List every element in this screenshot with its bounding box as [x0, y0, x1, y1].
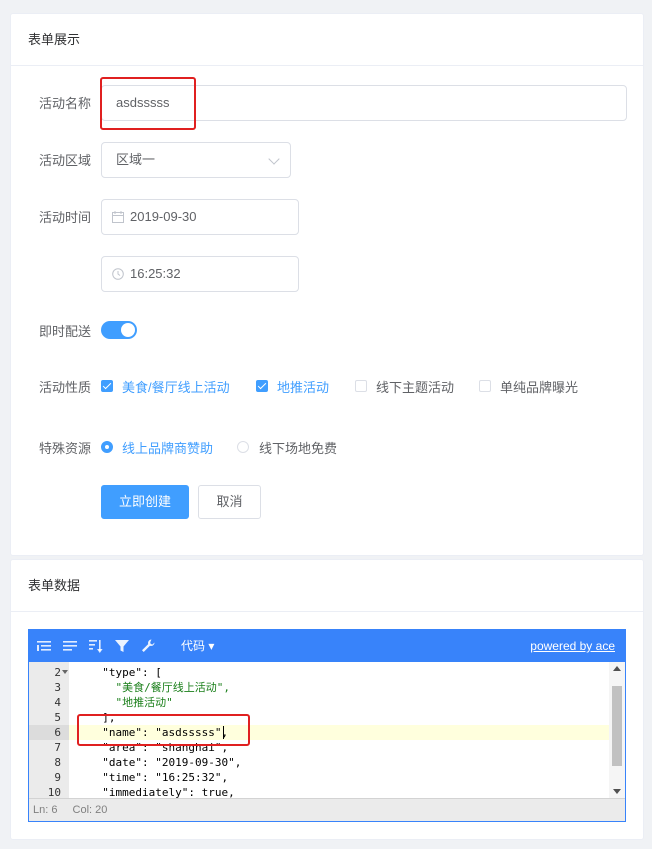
date-value: 2019-09-30 — [130, 209, 197, 224]
wrench-icon[interactable] — [139, 637, 157, 655]
editor-toolbar: 代码 ▾ powered by ace — [29, 630, 625, 662]
fold-arrow-icon[interactable] — [62, 670, 68, 674]
line-number: 3 — [54, 681, 61, 694]
code-line: "date": "2019-09-30", — [89, 756, 242, 769]
editor-code-area[interactable]: "type": [ "美食/餐厅线上活动", "地推活动" ], "name":… — [69, 662, 609, 798]
checkbox-type-2[interactable] — [355, 380, 367, 392]
line-number: 2 — [54, 666, 61, 679]
name-input-value: asdsssss — [116, 95, 170, 110]
mode-menu[interactable]: 代码 ▾ — [181, 630, 214, 662]
text-cursor — [223, 726, 224, 739]
status-column: Col: 20 — [72, 804, 108, 816]
name-input[interactable]: asdsssss — [101, 85, 627, 121]
editor-body[interactable]: 2 3 4 5 6 7 8 9 10 "type": [ "美食/餐厅线上活动"… — [29, 662, 625, 798]
code-line: "地推活动" — [89, 696, 173, 709]
powered-by-ace-link[interactable]: powered by ace — [530, 630, 615, 662]
region-label: 活动区域 — [39, 153, 92, 168]
type-label: 活动性质 — [39, 380, 92, 395]
date-picker[interactable]: 2019-09-30 — [101, 199, 299, 235]
checkbox-type-3[interactable] — [479, 380, 491, 392]
checkbox-type-1-label[interactable]: 地推活动 — [277, 377, 329, 396]
filter-icon[interactable] — [113, 637, 131, 655]
format-icon[interactable] — [35, 637, 53, 655]
line-number: 6 — [54, 726, 61, 739]
cancel-button[interactable]: 取消 — [198, 485, 261, 519]
resource-label: 特殊资源 — [39, 441, 92, 456]
scroll-thumb[interactable] — [612, 686, 622, 766]
name-label: 活动名称 — [39, 96, 92, 111]
code-line: "area": "shanghai", — [89, 741, 229, 754]
data-card: 表单数据 代码 ▾ powered by ace 2 3 4 5 6 7 8 9… — [10, 559, 644, 840]
calendar-icon — [112, 211, 124, 223]
scroll-up-icon[interactable] — [613, 666, 621, 671]
line-number: 8 — [54, 756, 61, 769]
time-label: 活动时间 — [39, 210, 92, 225]
region-select-value: 区域一 — [116, 152, 156, 167]
time-value: 16:25:32 — [130, 266, 181, 281]
code-line: "time": "16:25:32", — [89, 771, 229, 784]
time-picker[interactable]: 16:25:32 — [101, 256, 299, 292]
chevron-down-icon — [268, 153, 280, 165]
code-line: "immediately": true, — [89, 786, 235, 798]
form-card-title: 表单展示 — [11, 14, 643, 66]
editor-gutter: 2 3 4 5 6 7 8 9 10 — [29, 662, 69, 798]
checkbox-type-2-label[interactable]: 线下主题活动 — [376, 377, 454, 396]
data-card-title: 表单数据 — [11, 560, 643, 612]
line-number: 9 — [54, 771, 61, 784]
checkbox-type-0[interactable] — [101, 380, 113, 392]
radio-resource-1-label[interactable]: 线下场地免费 — [259, 438, 337, 457]
scroll-down-icon[interactable] — [613, 789, 621, 794]
checkbox-type-0-label[interactable]: 美食/餐厅线上活动 — [122, 377, 230, 396]
line-number: 4 — [54, 696, 61, 709]
editor-status-bar: Ln: 6 Col: 20 — [29, 798, 625, 821]
form-card: 表单展示 活动名称 asdsssss 活动区域 区域一 活动时间 2019-09… — [10, 13, 644, 556]
compact-icon[interactable] — [61, 637, 79, 655]
clock-icon — [112, 268, 124, 280]
editor-scrollbar[interactable] — [609, 662, 625, 798]
region-select[interactable]: 区域一 — [101, 142, 291, 178]
delivery-toggle[interactable] — [101, 321, 137, 339]
radio-resource-0[interactable] — [101, 441, 113, 453]
toggle-knob — [121, 323, 135, 337]
line-number: 5 — [54, 711, 61, 724]
line-number: 7 — [54, 741, 61, 754]
delivery-label: 即时配送 — [39, 324, 92, 339]
code-line: ], — [89, 711, 116, 724]
radio-resource-0-label[interactable]: 线上品牌商赞助 — [122, 438, 213, 457]
line-number: 10 — [47, 786, 61, 798]
checkbox-type-3-label[interactable]: 单纯品牌曝光 — [500, 377, 578, 396]
code-line: "美食/餐厅线上活动", — [89, 681, 230, 694]
sort-icon[interactable] — [87, 637, 105, 655]
code-editor[interactable]: 代码 ▾ powered by ace 2 3 4 5 6 7 8 9 10 "… — [28, 629, 626, 822]
status-line: Ln: 6 — [33, 804, 58, 816]
code-line: "name": "asdsssss", — [89, 726, 229, 739]
radio-resource-1[interactable] — [237, 441, 249, 453]
create-button[interactable]: 立即创建 — [101, 485, 189, 519]
code-line: "type": [ — [89, 666, 162, 679]
checkbox-type-1[interactable] — [256, 380, 268, 392]
